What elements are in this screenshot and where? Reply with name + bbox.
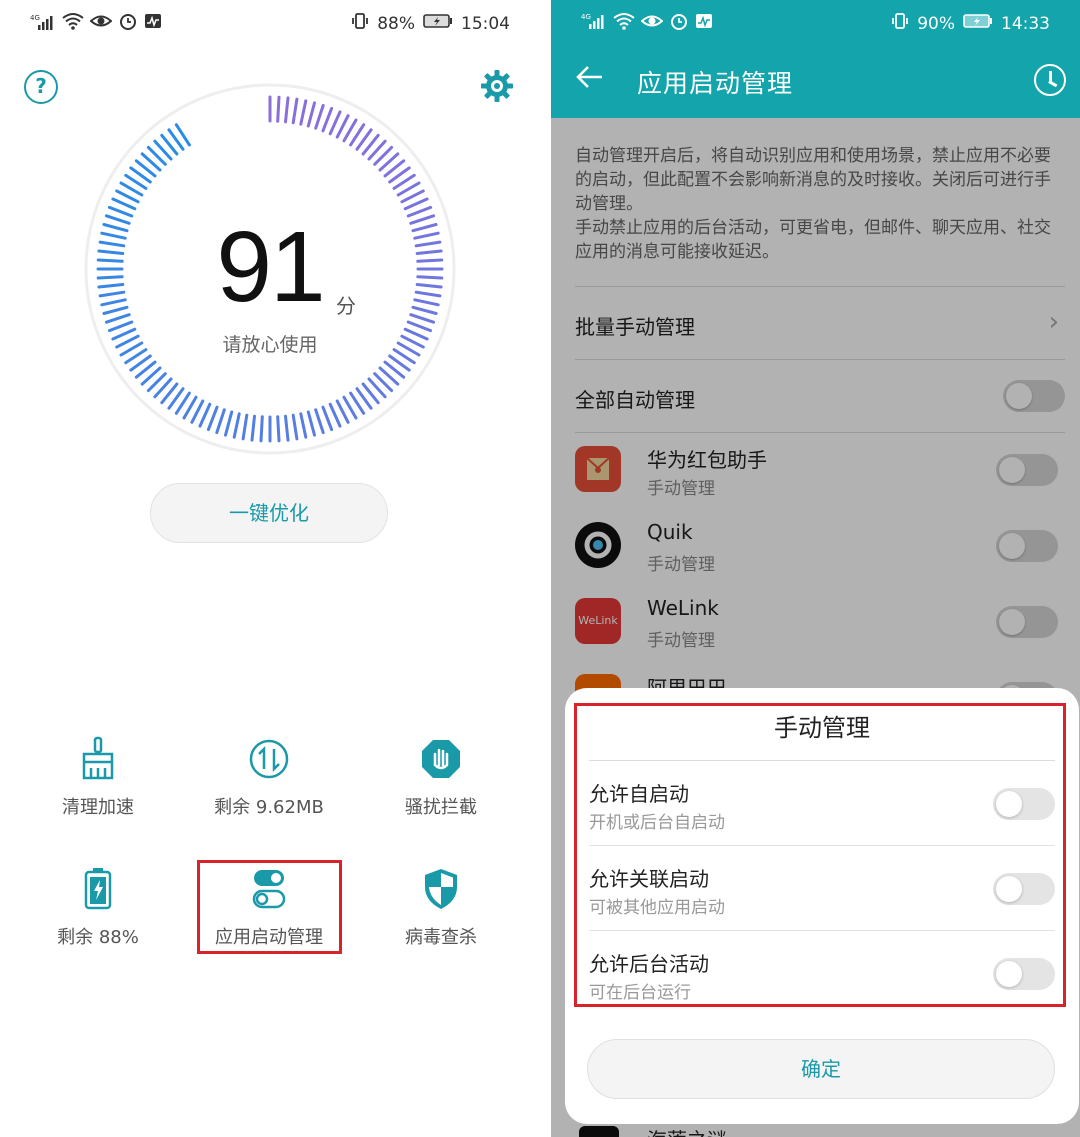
dial-tick [107,205,134,218]
dial-tick [321,405,334,432]
dial-tick [241,413,249,441]
tool-label: 剩余 88% [57,927,139,948]
dial-tick [97,283,125,289]
vibrate-icon [891,12,909,35]
dial-tick [314,103,325,130]
dial-tick [291,413,299,441]
dial-tick [224,410,234,437]
hand-block-icon [356,735,526,783]
tool-label: 剩余 9.62MB [214,797,324,818]
dial-tick [98,290,126,298]
tool-label: 病毒查杀 [405,927,477,948]
phone-manager-screen: 4G 88% 15:04 ? 91 分 请放心使用 一键优化 清理加速 剩余 9… [0,0,540,1137]
page-title: 应用启动管理 [637,69,794,98]
battery-tool-icon [13,865,183,913]
dial-tick [403,197,429,211]
one-click-optimize-button[interactable]: 一键优化 [150,483,388,543]
shield-icon [356,865,526,913]
dial-tick [413,298,440,307]
score-subtitle: 请放心使用 [222,334,318,356]
dial-tick [97,249,125,255]
dial-tick [102,223,129,233]
status-bar: 4G 90% 14:33 [551,0,1080,46]
back-arrow-icon[interactable] [575,62,605,101]
dial-tick [291,97,299,125]
data-traffic-icon [184,735,354,783]
dial-tick [415,283,443,289]
tool-label: 清理加速 [62,797,134,818]
dial-tick [409,313,436,324]
dial-tick [100,298,127,307]
dial-tick [328,110,342,136]
dial-tick [276,415,281,443]
dial-tick [416,258,444,263]
dial-tick [406,320,433,333]
dial-tick [414,290,442,298]
dial-tick [111,197,137,211]
dial-tick [96,258,124,263]
battery-percent: 90% [917,13,955,34]
dial-tick [299,99,308,126]
health-score: 91 [216,211,325,323]
dial-tick [206,405,219,432]
dial-tick [306,410,316,437]
tool-battery[interactable]: 剩余 88% [13,865,183,949]
tool-data-traffic[interactable]: 剩余 9.62MB [184,735,354,819]
dial-tick [306,101,316,128]
dial-tick [198,402,212,428]
score-unit: 分 [336,294,356,318]
dial-tick [111,327,137,341]
dial-tick [259,415,264,443]
highlight-box [574,703,1066,1007]
dial-tick [104,214,131,225]
dial-tick [416,275,444,280]
dial-tick [107,320,134,333]
dial-tick [284,96,290,124]
history-clock-icon[interactable] [1034,64,1066,96]
dial-tick [414,240,442,248]
tool-cleanup[interactable]: 清理加速 [13,735,183,819]
dial-tick [98,240,126,248]
dial-tick [409,214,436,225]
signal-icon: 4G [581,12,607,35]
eye-icon [640,12,664,35]
manual-manage-dialog: 手动管理 允许自启动 开机或后台自启动 允许关联启动 可被其他应用启动 允许后台… [565,688,1079,1124]
dial-tick [284,414,290,442]
alarm-icon [669,12,689,35]
dial-tick [299,412,308,439]
dial-tick [232,412,241,439]
dial-tick [411,305,438,315]
dial-tick [406,205,433,218]
dial-tick [403,327,429,341]
dial-tick [411,223,438,233]
tool-virus-scan[interactable]: 病毒查杀 [356,865,526,949]
confirm-button[interactable]: 确定 [587,1039,1055,1099]
battery-icon [963,13,993,34]
dial-tick [96,275,124,280]
svg-text:4G: 4G [581,13,591,21]
app-launch-manager-screen: 4G 90% 14:33 应用启动管理 自动管理开启后，将自动识别应用和使用场景… [551,0,1080,1137]
dial-tick [215,408,226,435]
tool-label: 骚扰拦截 [405,797,477,818]
dial-tick [413,231,440,240]
dial-tick [250,414,256,442]
activity-icon [695,13,713,34]
dial-tick [276,95,281,123]
dial-tick [321,106,334,133]
dial-tick [328,402,342,428]
wifi-icon [613,12,635,35]
tool-harassment-block[interactable]: 骚扰拦截 [356,735,526,819]
broom-icon [13,735,183,783]
status-time: 14:33 [1001,13,1050,34]
dial-tick [415,249,443,255]
highlight-box [197,860,342,954]
dial-tick [314,408,325,435]
dial-tick [104,313,131,324]
dial-tick [102,305,129,315]
dial-tick [100,231,127,240]
